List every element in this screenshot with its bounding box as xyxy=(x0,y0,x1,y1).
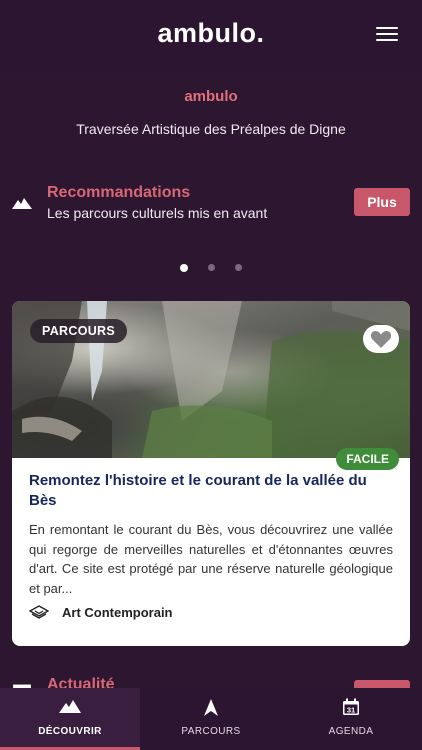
hamburger-menu-icon[interactable] xyxy=(376,25,400,45)
route-title[interactable]: Remontez l'histoire et le courant de la … xyxy=(29,471,379,511)
route-type-badge: PARCOURS xyxy=(30,319,128,343)
more-button[interactable]: Plus xyxy=(354,188,410,216)
tab-label: DÉCOUVRIR xyxy=(38,726,102,737)
tab-parcours[interactable]: PARCOURS xyxy=(141,688,281,750)
route-category: Art Contemporain xyxy=(29,603,329,623)
navigation-arrow-icon xyxy=(204,699,218,716)
app-header: ambulo. xyxy=(0,0,422,72)
mountain-icon xyxy=(59,700,81,713)
route-photo: PARCOURS xyxy=(12,301,410,458)
bottom-tab-bar: DÉCOUVRIR PARCOURS 31 AGENDA xyxy=(0,688,422,750)
section-subtitle: Les parcours culturels mis en avant xyxy=(47,205,268,221)
hero-logo: ambulo xyxy=(184,88,238,105)
route-card[interactable]: PARCOURS FACILE Remontez l'histoire et l… xyxy=(12,301,410,646)
calendar-day: 31 xyxy=(347,705,355,714)
difficulty-badge: FACILE xyxy=(336,448,399,470)
favorite-button[interactable] xyxy=(363,325,399,353)
carousel-pagination xyxy=(0,263,422,272)
tab-agenda[interactable]: 31 AGENDA xyxy=(281,688,421,750)
heart-icon xyxy=(370,331,392,348)
tab-label: AGENDA xyxy=(328,726,374,737)
calendar-icon: 31 xyxy=(343,698,359,715)
carousel-dot[interactable] xyxy=(208,264,215,271)
section-title: Recommandations xyxy=(47,184,191,201)
app-logo: ambulo. xyxy=(157,18,265,48)
tab-label: PARCOURS xyxy=(181,726,241,737)
route-category-label: Art Contemporain xyxy=(62,605,173,620)
carousel-dot[interactable] xyxy=(235,264,242,271)
carousel-dot[interactable] xyxy=(180,263,188,272)
hero-tagline: Traversée Artistique des Préalpes de Dig… xyxy=(76,121,346,137)
route-description: En remontant le courant du Bès, vous déc… xyxy=(29,522,393,596)
layers-icon xyxy=(29,605,49,619)
mountain-icon xyxy=(12,198,32,209)
tab-decouvrir[interactable]: DÉCOUVRIR xyxy=(0,688,140,750)
recommendations-header: Recommandations Les parcours culturels m… xyxy=(0,184,422,228)
